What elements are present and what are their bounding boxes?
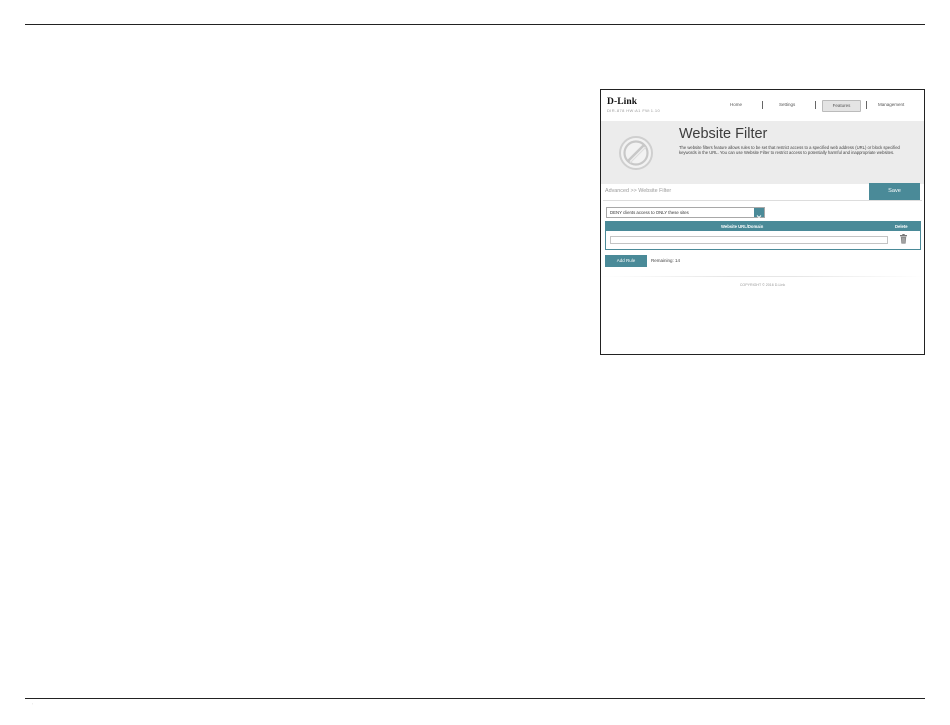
column-header-url: Website URL/Domain	[721, 224, 764, 229]
add-rule-button[interactable]: Add Rule	[605, 255, 647, 267]
nav-management[interactable]: Management	[878, 102, 904, 107]
nav-features[interactable]: Features	[822, 100, 861, 112]
page-description: The website filters feature allows rules…	[679, 145, 900, 156]
dlink-logo: D-Link	[607, 97, 638, 107]
nav-separator	[815, 101, 816, 109]
page-bottom-rule	[25, 698, 925, 699]
page-banner: Website Filter The website filters featu…	[601, 121, 924, 184]
filter-mode-value: DENY clients access to ONLY these sites	[610, 210, 689, 215]
page-title: Website Filter	[679, 126, 768, 142]
trash-icon[interactable]	[899, 234, 908, 244]
nav-separator	[762, 101, 763, 109]
url-field[interactable]	[610, 236, 888, 244]
table-header: Website URL/Domain Delete	[606, 222, 920, 231]
page-top-rule	[25, 24, 925, 25]
nav-home[interactable]: Home	[730, 102, 742, 107]
copyright: COPYRIGHT © 2016 D-Link	[739, 283, 786, 287]
chevron-down-icon[interactable]	[754, 208, 764, 219]
nav-separator	[866, 101, 867, 109]
router-header: D-Link DIR-878 HW:A1 FW:1.10 Home Settin…	[601, 90, 924, 121]
page-mark: '	[32, 702, 33, 707]
website-rules-table: Website URL/Domain Delete	[605, 221, 921, 250]
breadcrumb: Advanced >> Website Filter	[605, 188, 672, 194]
save-button[interactable]: Save	[869, 183, 920, 200]
blocked-circle-icon	[619, 136, 653, 170]
remaining-count: Remaining: 14	[651, 258, 681, 263]
divider	[603, 200, 922, 201]
router-screenshot: D-Link DIR-878 HW:A1 FW:1.10 Home Settin…	[600, 89, 925, 355]
nav-settings[interactable]: Settings	[779, 102, 795, 107]
model-info: DIR-878 HW:A1 FW:1.10	[607, 108, 661, 113]
filter-mode-select[interactable]: DENY clients access to ONLY these sites	[606, 207, 765, 219]
footer-divider	[601, 276, 924, 277]
column-header-delete: Delete	[895, 224, 908, 229]
